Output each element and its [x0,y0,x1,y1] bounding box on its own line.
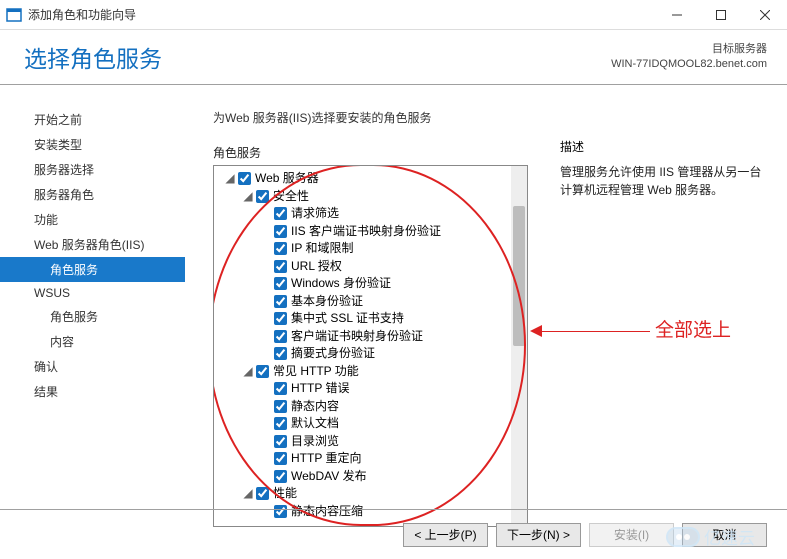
tree-checkbox[interactable] [256,487,269,500]
tree-label: IP 和域限制 [291,240,353,258]
tree-checkbox[interactable] [274,312,287,325]
maximize-button[interactable] [699,0,743,30]
tree-checkbox[interactable] [274,260,287,273]
tree-scrollbar[interactable] [511,166,527,526]
main-heading: 为Web 服务器(IIS)选择要安装的角色服务 [213,109,779,126]
cancel-button[interactable]: 取消 [682,523,767,547]
previous-button[interactable]: < 上一步(P) [403,523,488,547]
tree-label: 摘要式身份验证 [291,345,375,363]
tree-checkbox[interactable] [274,295,287,308]
tree-label: 常见 HTTP 功能 [273,363,359,381]
collapse-icon[interactable]: ◢ [242,363,254,381]
tree-row[interactable]: ▷摘要式身份验证 [216,345,525,363]
tree-row[interactable]: ▷HTTP 错误 [216,380,525,398]
close-button[interactable] [743,0,787,30]
sidebar-item-3[interactable]: 服务器角色 [0,182,185,207]
tree-row[interactable]: ▷Windows 身份验证 [216,275,525,293]
tree-checkbox[interactable] [274,470,287,483]
sidebar-item-11[interactable]: 结果 [0,379,185,404]
titlebar: 添加角色和功能向导 [0,0,787,30]
tree-content: ◢Web 服务器◢安全性▷请求筛选▷IIS 客户端证书映射身份验证▷IP 和域限… [214,166,527,524]
annotation-text: 全部选上 [655,315,731,342]
sidebar-item-5[interactable]: Web 服务器角色(IIS) [0,232,185,257]
collapse-icon[interactable]: ◢ [224,170,236,188]
minimize-button[interactable] [655,0,699,30]
tree-label: 基本身份验证 [291,293,363,311]
tree-label: 性能 [273,485,297,503]
sidebar-item-4[interactable]: 功能 [0,207,185,232]
tree-checkbox[interactable] [274,225,287,238]
tree-checkbox[interactable] [256,365,269,378]
scrollbar-thumb[interactable] [513,206,525,346]
tree-label: 客户端证书映射身份验证 [291,328,423,346]
description-label: 描述 [560,138,765,155]
tree-label: 静态内容 [291,398,339,416]
description-panel: 描述 管理服务允许使用 IIS 管理器从另一台计算机远程管理 Web 服务器。 [560,138,765,199]
tree-checkbox[interactable] [274,207,287,220]
tree-checkbox[interactable] [274,452,287,465]
target-label: 目标服务器 [611,42,767,57]
target-info: 目标服务器 WIN-77IDQMOOL82.benet.com [611,42,767,72]
tree-row[interactable]: ▷HTTP 重定向 [216,450,525,468]
tree-row[interactable]: ▷集中式 SSL 证书支持 [216,310,525,328]
description-text: 管理服务允许使用 IIS 管理器从另一台计算机远程管理 Web 服务器。 [560,163,765,199]
tree-checkbox[interactable] [274,277,287,290]
tree-row[interactable]: ▷URL 授权 [216,258,525,276]
tree-row[interactable]: ▷IIS 客户端证书映射身份验证 [216,223,525,241]
tree-row[interactable]: ▷默认文档 [216,415,525,433]
tree-checkbox[interactable] [274,330,287,343]
tree-checkbox[interactable] [274,242,287,255]
tree-row[interactable]: ◢ 安全性 [216,188,525,206]
tree-checkbox[interactable] [274,435,287,448]
target-name: WIN-77IDQMOOL82.benet.com [611,57,767,72]
tree-checkbox[interactable] [274,382,287,395]
collapse-icon[interactable]: ◢ [242,188,254,206]
tree-label: 安全性 [273,188,309,206]
tree-label: 默认文档 [291,415,339,433]
tree-label: WebDAV 发布 [291,468,367,486]
tree-row[interactable]: ▷基本身份验证 [216,293,525,311]
tree-checkbox[interactable] [238,172,251,185]
app-icon [6,7,22,23]
sidebar-item-10[interactable]: 确认 [0,354,185,379]
sidebar-item-6[interactable]: 角色服务 [0,257,185,282]
install-button: 安装(I) [589,523,674,547]
tree-row[interactable]: ◢ 性能 [216,485,525,503]
tree-label: 集中式 SSL 证书支持 [291,310,404,328]
collapse-icon[interactable]: ◢ [242,485,254,503]
tree-label: IIS 客户端证书映射身份验证 [291,223,441,241]
tree-row[interactable]: ◢ 常见 HTTP 功能 [216,363,525,381]
wizard-footer: < 上一步(P) 下一步(N) > 安装(I) 取消 [0,509,787,559]
tree-checkbox[interactable] [274,400,287,413]
tree-checkbox[interactable] [256,190,269,203]
sidebar-item-1[interactable]: 安装类型 [0,132,185,157]
tree-row[interactable]: ▷静态内容 [216,398,525,416]
sidebar-item-9[interactable]: 内容 [0,329,185,354]
page-header: 选择角色服务 目标服务器 WIN-77IDQMOOL82.benet.com [0,30,787,85]
tree-checkbox[interactable] [274,417,287,430]
tree-label: Web 服务器 [255,170,319,188]
sidebar-item-2[interactable]: 服务器选择 [0,157,185,182]
tree-checkbox[interactable] [274,347,287,360]
tree-row[interactable]: ▷IP 和域限制 [216,240,525,258]
tree-label: HTTP 错误 [291,380,349,398]
next-button[interactable]: 下一步(N) > [496,523,581,547]
sidebar-item-8[interactable]: 角色服务 [0,304,185,329]
sidebar-item-7[interactable]: WSUS [0,282,185,304]
tree-label: HTTP 重定向 [291,450,361,468]
role-services-tree[interactable]: ◢Web 服务器◢安全性▷请求筛选▷IIS 客户端证书映射身份验证▷IP 和域限… [213,165,528,527]
tree-row[interactable]: ▷客户端证书映射身份验证 [216,328,525,346]
sidebar-item-0[interactable]: 开始之前 [0,107,185,132]
tree-label: 目录浏览 [291,433,339,451]
tree-label: Windows 身份验证 [291,275,391,293]
tree-row[interactable]: ◢ Web 服务器 [216,170,525,188]
tree-row[interactable]: ▷目录浏览 [216,433,525,451]
window-title: 添加角色和功能向导 [28,6,655,23]
tree-label: URL 授权 [291,258,342,276]
wizard-sidebar: 开始之前安装类型服务器选择服务器角色功能Web 服务器角色(IIS)角色服务WS… [0,85,185,505]
tree-row[interactable]: ▷WebDAV 发布 [216,468,525,486]
tree-label: 请求筛选 [291,205,339,223]
page-title: 选择角色服务 [24,40,162,74]
tree-row[interactable]: ▷请求筛选 [216,205,525,223]
